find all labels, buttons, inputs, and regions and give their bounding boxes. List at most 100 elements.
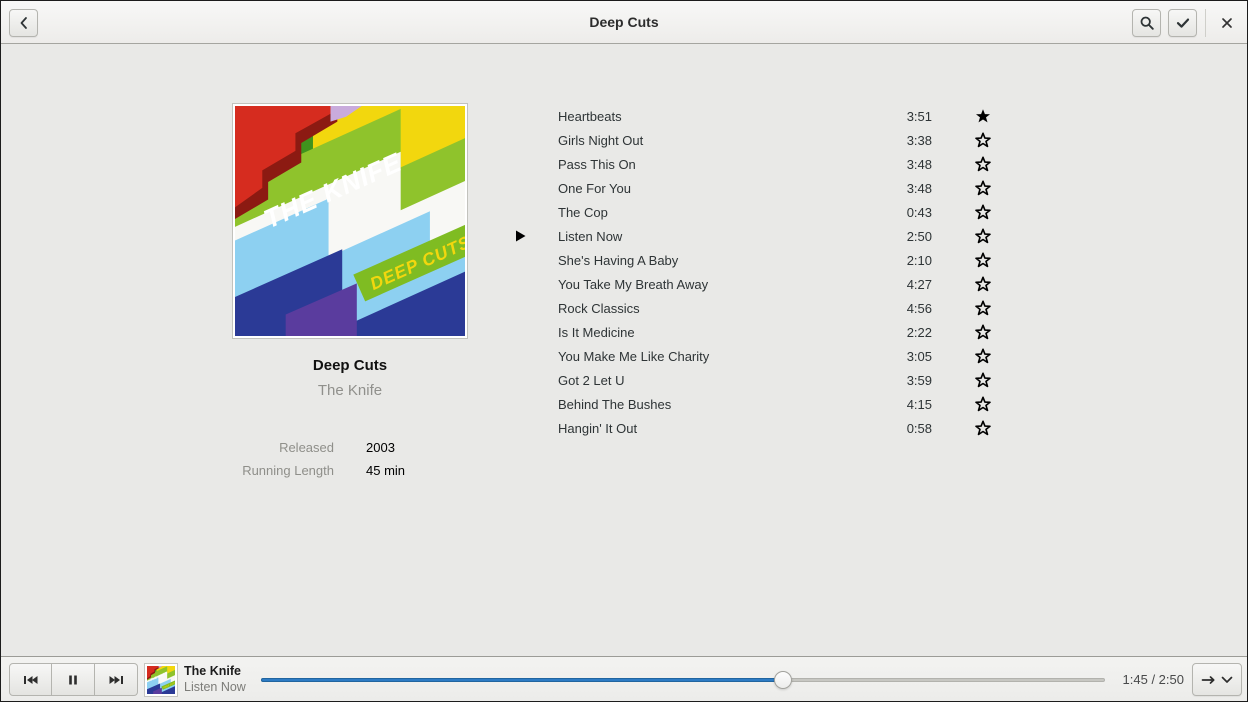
arrow-right-icon xyxy=(1201,673,1216,687)
favorite-star-icon-outline[interactable] xyxy=(963,420,1003,436)
seek-handle[interactable] xyxy=(774,671,792,689)
now-playing-info: The Knife Listen Now xyxy=(184,663,246,695)
track-row[interactable]: One For You3:48 xyxy=(506,176,1003,200)
track-title: You Take My Breath Away xyxy=(558,277,872,292)
favorite-star-icon-outline[interactable] xyxy=(963,180,1003,196)
track-title: The Cop xyxy=(558,205,872,220)
track-duration: 2:50 xyxy=(872,229,932,244)
chevron-left-icon xyxy=(16,15,32,31)
skip-backward-icon xyxy=(22,672,39,688)
track-title: Behind The Bushes xyxy=(558,397,872,412)
album-title: Deep Cuts xyxy=(232,357,468,374)
header-separator xyxy=(1205,9,1206,37)
play-indicator-slot xyxy=(506,205,558,219)
track-title: Girls Night Out xyxy=(558,133,872,148)
track-duration: 3:38 xyxy=(872,133,932,148)
track-title: Rock Classics xyxy=(558,301,872,316)
close-icon xyxy=(1220,16,1234,30)
seek-progress-fill xyxy=(261,678,783,682)
search-button[interactable] xyxy=(1132,9,1161,37)
track-row[interactable]: Is It Medicine2:22 xyxy=(506,320,1003,344)
track-row[interactable]: Rock Classics4:56 xyxy=(506,296,1003,320)
track-title: One For You xyxy=(558,181,872,196)
track-row[interactable]: Hangin' It Out0:58 xyxy=(506,416,1003,440)
track-duration: 0:58 xyxy=(872,421,932,436)
track-duration: 3:59 xyxy=(872,373,932,388)
play-indicator-slot xyxy=(506,157,558,171)
favorite-star-icon-outline[interactable] xyxy=(963,156,1003,172)
repeat-mode-button[interactable] xyxy=(1192,663,1242,696)
play-indicator-slot xyxy=(506,421,558,435)
released-label: Released xyxy=(161,440,334,455)
track-row[interactable]: Pass This On3:48 xyxy=(506,152,1003,176)
favorite-star-icon-outline[interactable] xyxy=(963,204,1003,220)
track-title: Pass This On xyxy=(558,157,872,172)
track-title: Heartbeats xyxy=(558,109,872,124)
track-row[interactable]: Heartbeats3:51 xyxy=(506,104,1003,128)
track-title: Got 2 Let U xyxy=(558,373,872,388)
track-row[interactable]: Behind The Bushes4:15 xyxy=(506,392,1003,416)
skip-forward-icon xyxy=(108,672,125,688)
favorite-star-icon-outline[interactable] xyxy=(963,276,1003,292)
pause-icon xyxy=(65,672,81,688)
track-duration: 3:05 xyxy=(872,349,932,364)
track-title: She's Having A Baby xyxy=(558,253,872,268)
now-playing-track: Listen Now xyxy=(184,679,246,695)
track-row[interactable]: You Make Me Like Charity3:05 xyxy=(506,344,1003,368)
header-bar: Deep Cuts xyxy=(1,1,1247,44)
play-indicator-slot xyxy=(506,301,558,315)
track-row[interactable]: Listen Now2:50 xyxy=(506,224,1003,248)
track-row[interactable]: Got 2 Let U3:59 xyxy=(506,368,1003,392)
favorite-star-icon-outline[interactable] xyxy=(963,372,1003,388)
checkmark-icon xyxy=(1175,15,1191,31)
previous-button[interactable] xyxy=(9,663,52,696)
track-duration: 4:27 xyxy=(872,277,932,292)
track-duration: 0:43 xyxy=(872,205,932,220)
back-button[interactable] xyxy=(9,9,38,37)
now-playing-artist: The Knife xyxy=(184,663,246,679)
play-indicator-slot xyxy=(506,253,558,267)
favorite-star-icon-outline[interactable] xyxy=(963,348,1003,364)
track-row[interactable]: You Take My Breath Away4:27 xyxy=(506,272,1003,296)
play-indicator-slot xyxy=(506,277,558,291)
track-title: You Make Me Like Charity xyxy=(558,349,872,364)
chevron-down-icon xyxy=(1221,675,1233,685)
play-indicator-slot xyxy=(506,133,558,147)
track-title: Hangin' It Out xyxy=(558,421,872,436)
search-icon xyxy=(1139,15,1155,31)
favorite-star-icon-outline[interactable] xyxy=(963,228,1003,244)
album-artist: The Knife xyxy=(232,382,468,399)
now-playing-art xyxy=(144,663,178,697)
play-indicator-slot xyxy=(506,373,558,387)
track-duration: 4:56 xyxy=(872,301,932,316)
track-row[interactable]: She's Having A Baby2:10 xyxy=(506,248,1003,272)
track-title: Is It Medicine xyxy=(558,325,872,340)
next-button[interactable] xyxy=(95,663,138,696)
running-length-label: Running Length xyxy=(161,463,334,478)
favorite-star-icon-filled[interactable] xyxy=(963,108,1003,124)
seek-slider[interactable] xyxy=(261,663,1105,697)
play-indicator-slot xyxy=(506,325,558,339)
play-indicator-slot xyxy=(506,397,558,411)
favorite-star-icon-outline[interactable] xyxy=(963,324,1003,340)
track-row[interactable]: The Cop0:43 xyxy=(506,200,1003,224)
play-indicator-slot xyxy=(506,109,558,123)
favorite-star-icon-outline[interactable] xyxy=(963,252,1003,268)
pause-button[interactable] xyxy=(52,663,95,696)
track-row[interactable]: Girls Night Out3:38 xyxy=(506,128,1003,152)
album-meta: Released 2003 Running Length 45 min xyxy=(161,440,491,478)
track-list: Heartbeats3:51Girls Night Out3:38Pass Th… xyxy=(506,104,1003,440)
track-duration: 3:48 xyxy=(872,157,932,172)
play-indicator-slot xyxy=(506,349,558,363)
track-duration: 3:51 xyxy=(872,109,932,124)
favorite-star-icon-outline[interactable] xyxy=(963,300,1003,316)
close-button[interactable] xyxy=(1212,9,1241,37)
track-duration: 4:15 xyxy=(872,397,932,412)
track-duration: 2:10 xyxy=(872,253,932,268)
page-title: Deep Cuts xyxy=(1,14,1247,30)
play-indicator-slot xyxy=(506,181,558,195)
select-button[interactable] xyxy=(1168,9,1197,37)
music-app-window: Deep Cuts Deep Cuts The Kn xyxy=(0,0,1248,702)
favorite-star-icon-outline[interactable] xyxy=(963,132,1003,148)
favorite-star-icon-outline[interactable] xyxy=(963,396,1003,412)
